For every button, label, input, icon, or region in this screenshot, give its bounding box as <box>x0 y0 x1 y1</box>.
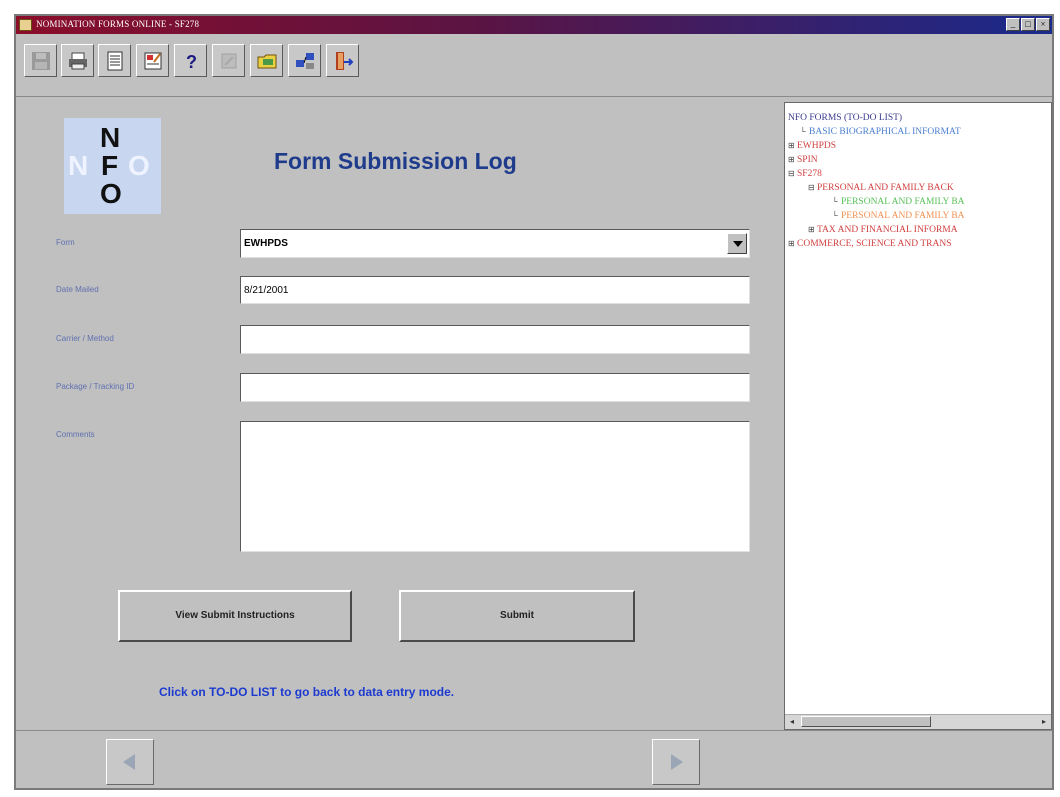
edit-form-button[interactable] <box>136 44 169 77</box>
tree-node[interactable]: ⊞ SPIN <box>788 153 965 167</box>
form-panel: N F O N F O Form Submission Log Form EWH… <box>22 98 777 728</box>
tree-expander-icon[interactable]: ⊞ <box>788 237 795 251</box>
svg-text:?: ? <box>186 52 197 72</box>
tree-expander-icon[interactable]: ⊟ <box>808 181 815 195</box>
tree-root[interactable]: NFO FORMS (TO-DO LIST) <box>788 111 965 125</box>
date-mailed-label: Date Mailed <box>56 285 99 294</box>
title-bar[interactable]: NOMINATION FORMS ONLINE - SF278 _ □ × <box>16 16 1052 34</box>
todo-hint-text: Click on TO-DO LIST to go back to data e… <box>159 685 455 699</box>
disabled-tool-button[interactable] <box>212 44 245 77</box>
date-mailed-value: 8/21/2001 <box>244 285 289 296</box>
maximize-button[interactable]: □ <box>1021 18 1035 31</box>
help-button[interactable]: ? <box>174 44 207 77</box>
form-select[interactable]: EWHPDS <box>240 229 750 258</box>
previous-button[interactable] <box>106 739 154 785</box>
exit-icon <box>336 52 354 70</box>
window-title: NOMINATION FORMS ONLINE - SF278 <box>36 19 200 29</box>
folder-button[interactable] <box>250 44 283 77</box>
nfo-logo: N F O N F O <box>64 118 161 214</box>
app-icon <box>19 19 32 31</box>
tree-node[interactable]: ⊟ SF278 <box>788 167 965 181</box>
scroll-left-icon[interactable]: ◂ <box>785 715 799 728</box>
package-tracking-field[interactable] <box>240 373 750 402</box>
print-button[interactable] <box>61 44 94 77</box>
form-label: Form <box>56 238 75 247</box>
tree-node-label: BASIC BIOGRAPHICAL INFORMAT <box>809 127 961 137</box>
document-button[interactable] <box>98 44 131 77</box>
logo-letter-o: O <box>100 178 122 209</box>
tree-expander-icon[interactable]: └ <box>800 125 806 139</box>
tree-node[interactable]: ⊞ EWHPDS <box>788 139 965 153</box>
logo-faded-o: O <box>128 150 150 181</box>
logo-faded-n: N <box>68 150 89 181</box>
carrier-label: Carrier / Method <box>56 334 114 343</box>
network-button[interactable] <box>288 44 321 77</box>
tree-node[interactable]: └ PERSONAL AND FAMILY BA <box>788 209 965 223</box>
tree-node-label: PERSONAL AND FAMILY BACK <box>817 183 954 193</box>
previous-arrow-icon <box>123 754 135 770</box>
minimize-button[interactable]: _ <box>1006 18 1020 31</box>
next-button[interactable] <box>652 739 700 785</box>
next-arrow-icon <box>671 754 683 770</box>
tree-expander-icon[interactable]: ⊟ <box>788 167 795 181</box>
scroll-right-icon[interactable]: ▸ <box>1037 715 1051 728</box>
horizontal-scrollbar[interactable]: ◂ ▸ <box>785 714 1051 729</box>
tree-expander-icon[interactable]: └ <box>832 195 838 209</box>
save-button[interactable] <box>24 44 57 77</box>
tree-node-label: COMMERCE, SCIENCE AND TRANS <box>797 239 952 249</box>
tree-node[interactable]: ⊞ TAX AND FINANCIAL INFORMA <box>788 223 965 237</box>
view-submit-instructions-button[interactable]: View Submit Instructions <box>118 590 352 642</box>
submit-button[interactable]: Submit <box>399 590 635 642</box>
folder-icon <box>257 54 277 69</box>
tree-expander-icon[interactable]: ⊞ <box>808 223 815 237</box>
logo-faded-f: F <box>101 152 118 180</box>
chevron-down-icon[interactable] <box>727 233 747 254</box>
network-icon <box>296 53 314 69</box>
tree-expander-icon[interactable]: ⊞ <box>788 139 795 153</box>
package-tracking-label: Package / Tracking ID <box>56 382 135 391</box>
todo-tree-panel: NFO FORMS (TO-DO LIST) └ BASIC BIOGRAPHIC… <box>784 102 1052 730</box>
exit-button[interactable] <box>326 44 359 77</box>
todo-tree: NFO FORMS (TO-DO LIST) └ BASIC BIOGRAPHIC… <box>788 111 965 249</box>
tree-node[interactable]: ⊞ COMMERCE, SCIENCE AND TRANS <box>788 237 965 251</box>
tree-node[interactable]: ⊟ PERSONAL AND FAMILY BACK <box>788 181 965 195</box>
scroll-thumb[interactable] <box>801 716 931 727</box>
print-icon <box>69 52 87 70</box>
close-button[interactable]: × <box>1036 18 1050 31</box>
tree-node-label: TAX AND FINANCIAL INFORMA <box>817 225 958 235</box>
comments-textarea[interactable] <box>240 421 750 552</box>
logo-letter-n: N <box>100 122 121 153</box>
carrier-field[interactable] <box>240 325 750 354</box>
tree-node-label: EWHPDS <box>797 141 837 151</box>
date-mailed-field[interactable]: 8/21/2001 <box>240 276 750 304</box>
tree-node-label: SF278 <box>797 169 822 179</box>
edit-form-icon <box>144 52 162 70</box>
app-window: NOMINATION FORMS ONLINE - SF278 _ □ × ? <box>14 14 1054 790</box>
comments-label: Comments <box>56 430 95 439</box>
toolbar: ? <box>16 34 1052 97</box>
form-select-value: EWHPDS <box>244 238 288 249</box>
tree-node[interactable]: └ PERSONAL AND FAMILY BA <box>788 195 965 209</box>
disabled-tool-icon <box>221 53 237 69</box>
tree-node-label: PERSONAL AND FAMILY BA <box>841 211 965 221</box>
save-icon <box>32 52 50 70</box>
document-icon <box>107 51 123 71</box>
bottom-nav-bar <box>16 730 1052 789</box>
help-icon: ? <box>186 52 197 72</box>
tree-node[interactable]: └ BASIC BIOGRAPHICAL INFORMAT <box>788 125 965 139</box>
tree-node-label: PERSONAL AND FAMILY BA <box>841 197 965 207</box>
tree-expander-icon[interactable]: ⊞ <box>788 153 795 167</box>
tree-expander-icon[interactable]: └ <box>832 209 838 223</box>
page-title: Form Submission Log <box>274 148 517 174</box>
tree-node-label: SPIN <box>797 155 818 165</box>
